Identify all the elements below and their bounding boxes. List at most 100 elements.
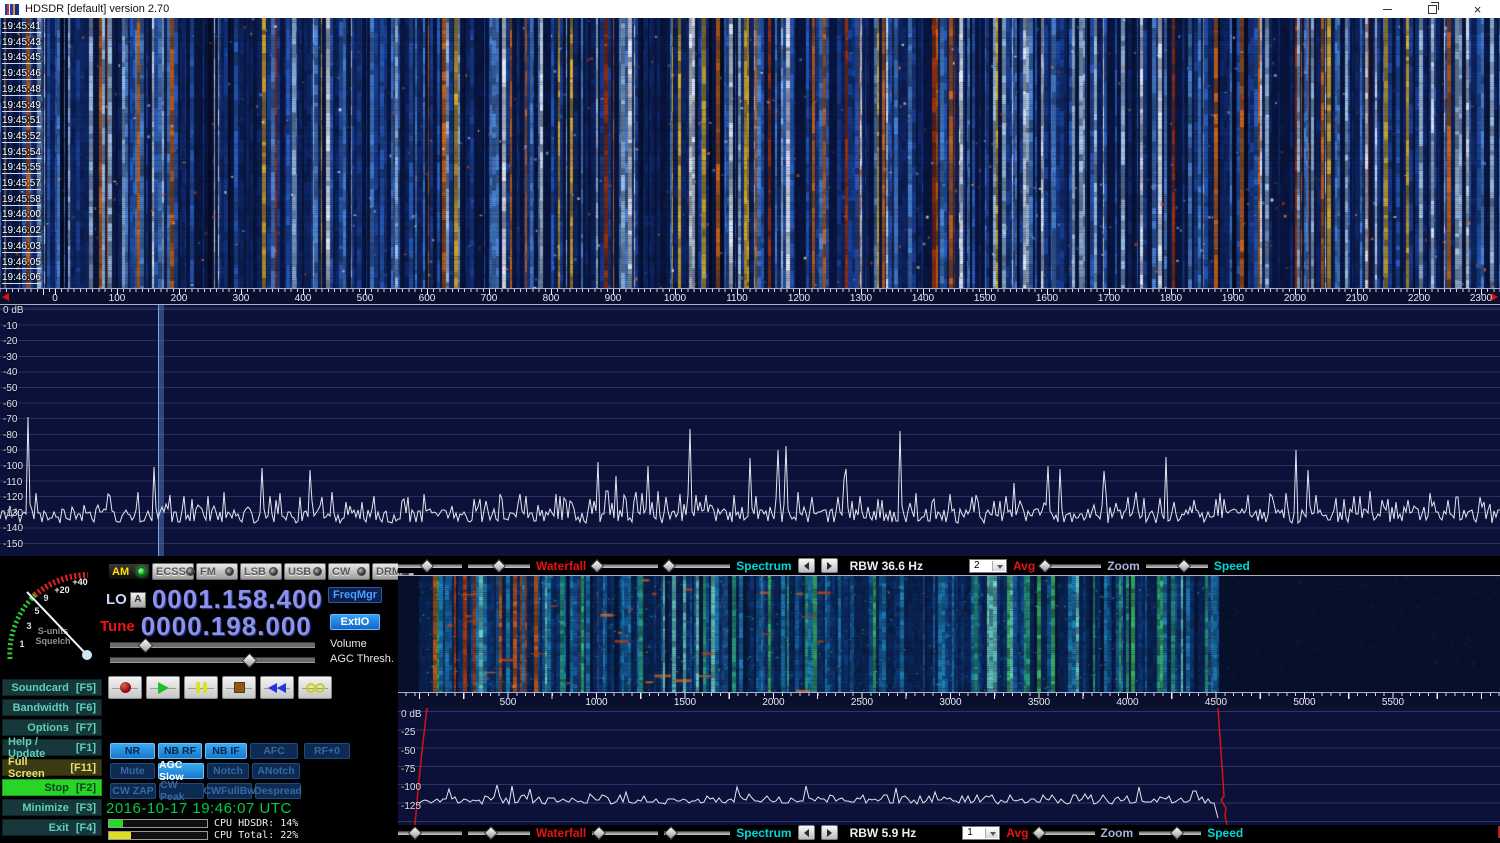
mode-button[interactable]: LSB [240,563,282,580]
sidebar-button[interactable]: Bandwidth [F6] [2,699,102,716]
rbw-decrease-button[interactable] [798,825,815,840]
rf-frequency-ruler[interactable]: 0100200300400500600700800900100011001200… [0,288,1500,305]
avg-slider[interactable] [1035,831,1095,835]
zoom-slider[interactable] [1146,564,1208,568]
rf-display-controls: Waterfall Spectrum RBW 36.6 Hz 2 Avg Zoo… [398,558,1500,573]
waterfall-upper-slider[interactable] [398,831,462,835]
freqmgr-button[interactable]: FreqMgr [328,587,382,603]
slider-thumb[interactable] [589,558,603,572]
volume-slider[interactable] [110,642,315,648]
playback-button[interactable] [184,676,218,699]
rbw-decrease-button[interactable] [798,558,815,573]
timestamp-label: 19:45:49 [2,100,41,112]
slider-thumb[interactable] [420,558,434,572]
db-label: -100 [401,782,421,793]
rbw-increase-button[interactable] [821,558,838,573]
sidebar-button-hotkey: [F1] [76,742,96,754]
avg-select[interactable]: 1 [962,826,1000,840]
dsp-button[interactable]: AFC [250,743,298,759]
slider-thumb[interactable] [1031,825,1045,839]
timestamp-label: 19:45:57 [2,178,41,190]
playback-button[interactable] [222,676,256,699]
db-label: -120 [3,492,23,503]
playback-button[interactable] [260,676,294,699]
avg-slider[interactable] [1041,564,1101,568]
ruler-major-ticks [0,289,1500,295]
mode-button[interactable]: ECSS [152,563,194,580]
af-spectrum[interactable]: 0 dB-25-50-75-100-125 [398,708,1500,826]
dsp-button[interactable]: NR [110,743,155,759]
dsp-button[interactable]: Despread [255,783,301,799]
band-select-button[interactable]: A [130,592,146,608]
af-frequency-ruler[interactable]: 5001000150020002500300035004000450050005… [398,692,1500,709]
avg-select[interactable]: 2 [969,559,1007,573]
extio-button[interactable]: ExtIO [330,614,380,630]
ruler-frequency-label: 1700 [1098,293,1120,304]
slider-thumb[interactable] [1038,558,1052,572]
tune-frequency-display[interactable]: 0000.198.000 [141,611,312,642]
playback-button[interactable] [298,676,332,699]
dsp-button[interactable]: CWFullBw [207,783,252,799]
ruler-frequency-label: 200 [171,293,188,304]
slider-thumb[interactable] [408,825,422,839]
sidebar-button-label: Full Screen [8,756,63,780]
spectrum-lower-slider[interactable] [664,564,730,568]
af-waterfall[interactable] [398,575,1500,692]
dsp-button[interactable]: NB RF [158,743,202,759]
sidebar-button[interactable]: Stop [F2] [2,779,102,796]
ruler-frequency-label: 2200 [1408,293,1430,304]
sidebar-button[interactable]: Minimize [F3] [2,799,102,816]
dsp-button[interactable]: CW Peak [159,783,204,799]
agc-threshold-slider[interactable] [110,657,315,663]
spectrum-upper-slider[interactable] [592,564,658,568]
waterfall-lower-slider[interactable] [468,831,530,835]
dsp-button[interactable]: RF+0 [304,743,350,759]
mode-button[interactable]: USB [284,563,326,580]
slider-thumb[interactable] [492,558,506,572]
app-icon [5,4,19,15]
dsp-button[interactable]: Notch [207,763,249,779]
rf-waterfall[interactable] [0,18,1500,288]
timestamp-label: 19:46:00 [2,209,41,221]
mode-button[interactable]: CW [328,563,370,580]
slider-thumb[interactable] [591,825,605,839]
volume-label: Volume [330,638,367,650]
slider-thumb[interactable] [484,825,498,839]
rbw-increase-button[interactable] [821,825,838,840]
sidebar-button[interactable]: Full Screen [F11] [2,759,102,776]
dsp-button[interactable]: AGC Slow [158,763,204,779]
restore-window-button[interactable] [1410,0,1455,18]
sidebar-button[interactable]: Help / Update [F1] [2,739,102,756]
chevron-down-icon [997,565,1003,569]
close-window-button[interactable]: × [1455,0,1500,18]
mode-button[interactable]: AM [108,563,150,580]
sidebar-button[interactable]: Soundcard [F5] [2,679,102,696]
dsp-button[interactable]: Mute [110,763,155,779]
spectrum-lower-slider[interactable] [664,831,730,835]
dsp-button[interactable]: ANotch [252,763,300,779]
mode-button[interactable]: FM [196,563,238,580]
playback-button[interactable] [108,676,142,699]
playback-button[interactable] [146,676,180,699]
ruler-scroll-left-icon[interactable] [2,293,9,301]
sidebar-button[interactable]: Exit [F4] [2,819,102,836]
slider-thumb[interactable] [1177,558,1191,572]
waterfall-lower-slider[interactable] [468,564,530,568]
minimize-window-button[interactable] [1365,0,1410,18]
agc-slider-thumb[interactable] [242,653,258,669]
slider-thumb[interactable] [661,558,675,572]
s-meter[interactable]: 1 3 5 9 +20 +40 S-units Squelch [0,562,102,674]
filter-high-edge[interactable] [1218,708,1227,825]
slider-thumb[interactable] [663,825,677,839]
mode-led-icon [225,567,234,576]
dsp-button[interactable]: CW ZAP [110,783,156,799]
slider-thumb[interactable] [1170,825,1184,839]
mode-button-label: LSB [244,566,266,578]
sidebar-button[interactable]: Options [F7] [2,719,102,736]
spectrum-upper-slider[interactable] [592,831,658,835]
timestamp-label: 19:45:45 [2,52,41,64]
zoom-slider[interactable] [1139,831,1201,835]
waterfall-upper-slider[interactable] [398,564,462,568]
rf-spectrum[interactable]: 0 dB-10-20-30-40-50-60-70-80-90-100-110-… [0,305,1500,557]
dsp-button[interactable]: NB IF [205,743,247,759]
